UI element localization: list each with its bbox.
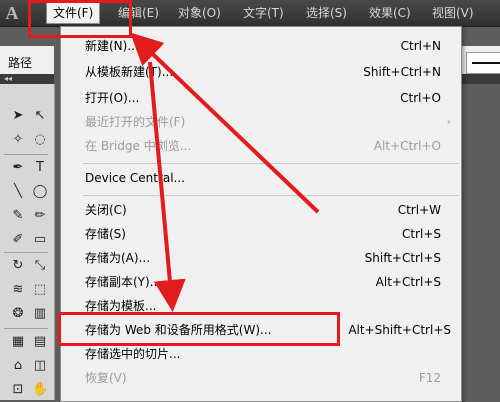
menu-item-shortcut: Alt+Ctrl+O bbox=[373, 139, 441, 153]
menu-item-shortcut: Shift+Ctrl+N bbox=[363, 65, 441, 79]
tools-panel: ➤ ↖ ✧ ◌ ✒ T ╲ ◯ ✎ ✏ ✐ ▭ ↻ ⤡ ≋ ⬚ ❂ ▥ ▦ ▤ … bbox=[0, 84, 55, 400]
menu-item-label: Device Central... bbox=[85, 171, 185, 185]
menu-item-save-selected-slices[interactable]: 存储选中的切片... bbox=[61, 343, 461, 365]
menu-item-device-central[interactable]: Device Central... bbox=[61, 167, 461, 189]
menu-item-label: 在 Bridge 中浏览... bbox=[85, 139, 192, 153]
stroke-line-icon bbox=[472, 62, 500, 64]
menu-separator bbox=[83, 195, 459, 196]
menu-effect[interactable]: 效果(C) bbox=[369, 4, 411, 22]
type-tool-icon[interactable]: T bbox=[32, 160, 48, 176]
menu-item-label: 新建(N)... bbox=[85, 39, 139, 53]
menu-item-close[interactable]: 关闭(C) Ctrl+W bbox=[61, 199, 461, 221]
annotation-box-file-menu bbox=[28, 0, 132, 38]
menu-item-recent-files[interactable]: 最近打开的文件(F) › bbox=[61, 111, 461, 133]
menu-item-open[interactable]: 打开(O)... Ctrl+O bbox=[61, 87, 461, 109]
menu-item-shortcut: Alt+Ctrl+S bbox=[375, 275, 441, 289]
brush-tool-icon[interactable]: ✎ bbox=[10, 208, 26, 224]
graph-tool-icon[interactable]: ▥ bbox=[32, 306, 48, 322]
menu-item-browse-in-bridge[interactable]: 在 Bridge 中浏览... Alt+Ctrl+O bbox=[61, 135, 461, 157]
menu-item-new-from-template[interactable]: 从模板新建(T)... Shift+Ctrl+N bbox=[61, 61, 461, 83]
lasso-tool-icon[interactable]: ◌ bbox=[32, 132, 48, 148]
menu-item-revert[interactable]: 恢复(V) F12 bbox=[61, 367, 461, 389]
menu-item-shortcut: Ctrl+N bbox=[400, 39, 441, 53]
line-tool-icon[interactable]: ╲ bbox=[10, 184, 26, 200]
menu-item-label: 关闭(C) bbox=[85, 203, 127, 217]
warp-tool-icon[interactable]: ≋ bbox=[10, 282, 26, 298]
menu-item-new[interactable]: 新建(N)... Ctrl+N bbox=[61, 35, 461, 57]
tool-divider bbox=[4, 328, 48, 329]
free-transform-icon[interactable]: ⬚ bbox=[32, 282, 48, 298]
menu-item-save-copy[interactable]: 存储副本(Y)... Alt+Ctrl+S bbox=[61, 271, 461, 293]
menu-item-label: 存储为(A)... bbox=[85, 251, 151, 265]
menu-item-shortcut: Ctrl+S bbox=[401, 227, 441, 241]
path-label: 路径 bbox=[8, 56, 33, 70]
menu-item-label: 最近打开的文件(F) bbox=[85, 115, 186, 129]
menu-object[interactable]: 对象(O) bbox=[178, 4, 221, 22]
blob-brush-icon[interactable]: ✐ bbox=[10, 232, 26, 248]
pen-tool-icon[interactable]: ✒ bbox=[10, 160, 26, 176]
selection-tool-icon[interactable]: ➤ bbox=[10, 108, 26, 124]
annotation-box-save-for-web bbox=[58, 312, 340, 346]
rotate-tool-icon[interactable]: ↻ bbox=[10, 258, 26, 274]
menu-select[interactable]: 选择(S) bbox=[306, 4, 347, 22]
menu-item-label: 存储副本(Y)... bbox=[85, 275, 162, 289]
direct-selection-tool-icon[interactable]: ↖ bbox=[32, 108, 48, 124]
app-logo: A bbox=[5, 3, 19, 23]
menu-item-shortcut: F12 bbox=[418, 371, 441, 385]
menu-item-save[interactable]: 存储(S) Ctrl+S bbox=[61, 223, 461, 245]
gradient-tool-icon[interactable]: ▤ bbox=[32, 334, 48, 350]
tool-divider bbox=[4, 252, 48, 253]
tool-divider bbox=[4, 154, 48, 155]
menu-item-shortcut: Ctrl+W bbox=[397, 203, 441, 217]
panel-collapse-strip[interactable]: ◂◂ bbox=[0, 74, 54, 84]
mesh-tool-icon[interactable]: ▦ bbox=[10, 334, 26, 350]
eraser-tool-icon[interactable]: ▭ bbox=[32, 232, 48, 248]
symbol-sprayer-icon[interactable]: ❂ bbox=[10, 306, 26, 322]
menu-view[interactable]: 视图(V) bbox=[432, 4, 474, 22]
menu-item-label: 存储(S) bbox=[85, 227, 126, 241]
right-panel-strip bbox=[460, 74, 500, 84]
menu-item-save-as[interactable]: 存储为(A)... Shift+Ctrl+S bbox=[61, 247, 461, 269]
menu-item-shortcut: Alt+Shift+Ctrl+S bbox=[348, 323, 451, 337]
menu-item-shortcut: Ctrl+O bbox=[400, 91, 441, 105]
slice-tool-icon[interactable]: ⊡ bbox=[10, 382, 26, 398]
eyedropper-icon[interactable]: ⌂ bbox=[10, 358, 26, 374]
menu-item-shortcut: Shift+Ctrl+S bbox=[364, 251, 441, 265]
blend-tool-icon[interactable]: ◫ bbox=[32, 358, 48, 374]
pencil-tool-icon[interactable]: ✏ bbox=[32, 208, 48, 224]
magic-wand-icon[interactable]: ✧ bbox=[10, 132, 26, 148]
submenu-arrow-icon: › bbox=[446, 115, 451, 128]
scale-tool-icon[interactable]: ⤡ bbox=[32, 258, 48, 274]
menu-item-label: 存储选中的切片... bbox=[85, 347, 181, 361]
menu-item-label: 从模板新建(T)... bbox=[85, 65, 174, 79]
menu-separator bbox=[83, 163, 459, 164]
menu-type[interactable]: 文字(T) bbox=[243, 4, 284, 22]
ellipse-tool-icon[interactable]: ◯ bbox=[32, 184, 48, 200]
hand-tool-icon[interactable]: ✋ bbox=[32, 382, 48, 398]
menu-item-label: 恢复(V) bbox=[85, 371, 127, 385]
menu-item-label: 打开(O)... bbox=[85, 91, 140, 105]
